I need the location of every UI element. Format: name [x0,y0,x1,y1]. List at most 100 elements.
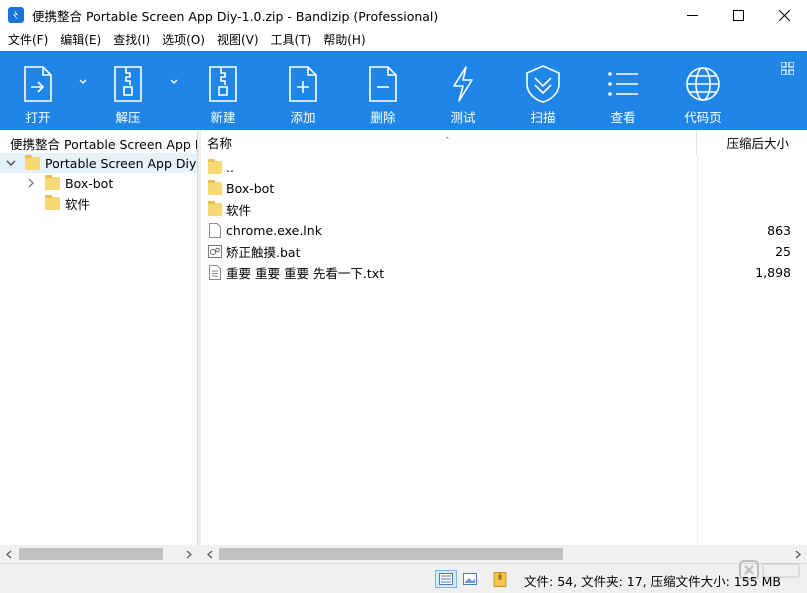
tree-root-archive[interactable]: ZIP 便携整合 Portable Screen App Diy-1.0.zip [0,133,197,153]
view-button[interactable]: 查看 [599,52,647,130]
close-button[interactable] [761,0,807,30]
menu-file[interactable]: 文件(F) [2,30,54,51]
new-archive-icon [203,64,243,104]
list-item[interactable]: 软件 [201,199,795,220]
archive-info-button[interactable] [489,570,511,588]
codepage-button[interactable]: 代码页 [679,52,727,130]
new-archive-label: 新建 [210,110,236,125]
menu-options[interactable]: 选项(O) [156,30,211,51]
scroll-right-icon[interactable] [181,545,198,563]
folder-icon [208,201,222,217]
window-controls [669,0,807,30]
add-file-icon [283,64,323,104]
toolbar: 打开 解压 新建 添加 删除 测试 扫描 查看 代码页 [0,51,807,130]
window-title: 便携整合 Portable Screen App Diy-1.0.zip - B… [32,8,439,24]
folder-icon [208,159,222,175]
archive-info-icon [493,571,507,587]
scroll-left-icon[interactable] [0,545,17,563]
list-item[interactable]: 重要 重要 重要 先看一下.txt 1,898 [201,262,795,283]
menu-edit[interactable]: 编辑(E) [54,30,107,51]
tree-horizontal-scrollbar[interactable] [0,545,198,563]
details-view-button[interactable] [435,570,457,588]
scan-shield-icon [523,64,563,104]
column-header-name[interactable]: 名称 ˄ [201,131,697,155]
scrollbar-thumb[interactable] [219,548,563,560]
test-button[interactable]: 测试 [439,52,487,130]
chevron-down-icon[interactable] [6,158,16,168]
tree-item-label: 软件 [65,196,91,212]
list-item-size: 25 [775,244,791,259]
add-button[interactable]: 添加 [279,52,327,130]
status-bar: 文件: 54, 文件夹: 17, 压缩文件大小: 155 MB [0,563,807,593]
extract-dropdown-chevron-icon[interactable] [169,76,179,86]
list-horizontal-scrollbar[interactable] [201,545,807,563]
list-item-name: 重要 重要 重要 先看一下.txt [226,266,385,281]
extract-icon [108,64,148,104]
view-list-icon [603,64,643,104]
open-button[interactable]: 打开 [14,52,62,130]
list-item[interactable]: .. [201,157,795,178]
scan-button[interactable]: 扫描 [519,52,567,130]
sort-ascending-icon: ˄ [445,137,450,147]
details-view-icon [439,573,453,585]
list-item-name: 软件 [226,203,252,218]
menu-view[interactable]: 视图(V) [211,30,265,51]
xiaoheihe-watermark-logo [739,556,801,586]
scroll-left-icon[interactable] [201,545,218,563]
open-label: 打开 [25,110,51,125]
bandizip-app-icon [8,7,24,23]
menu-help[interactable]: 帮助(H) [317,30,371,51]
delete-label: 删除 [370,110,396,125]
test-label: 测试 [450,110,476,125]
thumbnail-view-icon [463,573,477,585]
test-lightning-icon [443,64,483,104]
open-archive-icon [18,64,58,104]
tree-item-label: Box-bot [65,175,114,191]
close-icon [778,9,790,21]
list-item[interactable]: 矫正触摸.bat 25 [201,241,795,262]
list-item-name: 矫正触摸.bat [226,245,301,260]
maximize-button[interactable] [715,0,761,30]
list-item[interactable]: Box-bot [201,178,795,199]
view-label: 查看 [610,110,636,125]
bandizip-window: 便携整合 Portable Screen App Diy-1.0.zip - B… [0,0,807,593]
text-file-icon [208,265,222,280]
menu-bar: 文件(F) 编辑(E) 查找(I) 选项(O) 视图(V) 工具(T) 帮助(H… [0,30,807,51]
open-dropdown-chevron-icon[interactable] [78,76,88,86]
extract-label: 解压 [115,110,141,125]
shortcut-file-icon [208,223,222,238]
codepage-label: 代码页 [684,110,722,125]
column-header-size[interactable]: 压缩后大小 [698,131,795,155]
delete-button[interactable]: 删除 [359,52,407,130]
list-item-name: .. [226,160,234,175]
batch-file-icon [208,244,222,259]
list-item-name: chrome.exe.lnk [226,223,322,238]
menu-tools[interactable]: 工具(T) [265,30,318,51]
delete-file-icon [363,64,403,104]
scan-label: 扫描 [530,110,556,125]
tree-item-box-bot[interactable]: Box-bot [0,173,197,193]
folder-icon [25,154,40,170]
add-label: 添加 [290,110,316,125]
folder-icon [45,174,60,190]
column-header-name-label: 名称 [207,136,233,151]
thumbnail-view-button[interactable] [459,570,481,588]
list-header: 名称 ˄ 压缩后大小 [201,131,807,155]
list-item-name: Box-bot [226,181,275,196]
tree-item-portable-screen-app-diy[interactable]: Portable Screen App Diy [0,153,197,173]
file-list: 名称 ˄ 压缩后大小 .. Box-bot 软件 chrome.exe.lnk [201,131,807,563]
folder-icon [208,180,222,196]
scrollbar-thumb[interactable] [19,548,163,560]
tree-item-label: Portable Screen App Diy [45,155,197,171]
chevron-right-icon[interactable] [26,178,36,188]
maximize-icon [732,9,744,21]
layout-grid-icon[interactable] [780,61,795,78]
tree-root-label: 便携整合 Portable Screen App Diy-1.0.zip [10,136,197,152]
minimize-button[interactable] [669,0,715,30]
tree-item-software[interactable]: 软件 [0,193,197,213]
menu-find[interactable]: 查找(I) [107,30,156,51]
list-item[interactable]: chrome.exe.lnk 863 [201,220,795,241]
new-archive-button[interactable]: 新建 [199,52,247,130]
extract-button[interactable]: 解压 [104,52,152,130]
minimize-icon [686,14,698,16]
